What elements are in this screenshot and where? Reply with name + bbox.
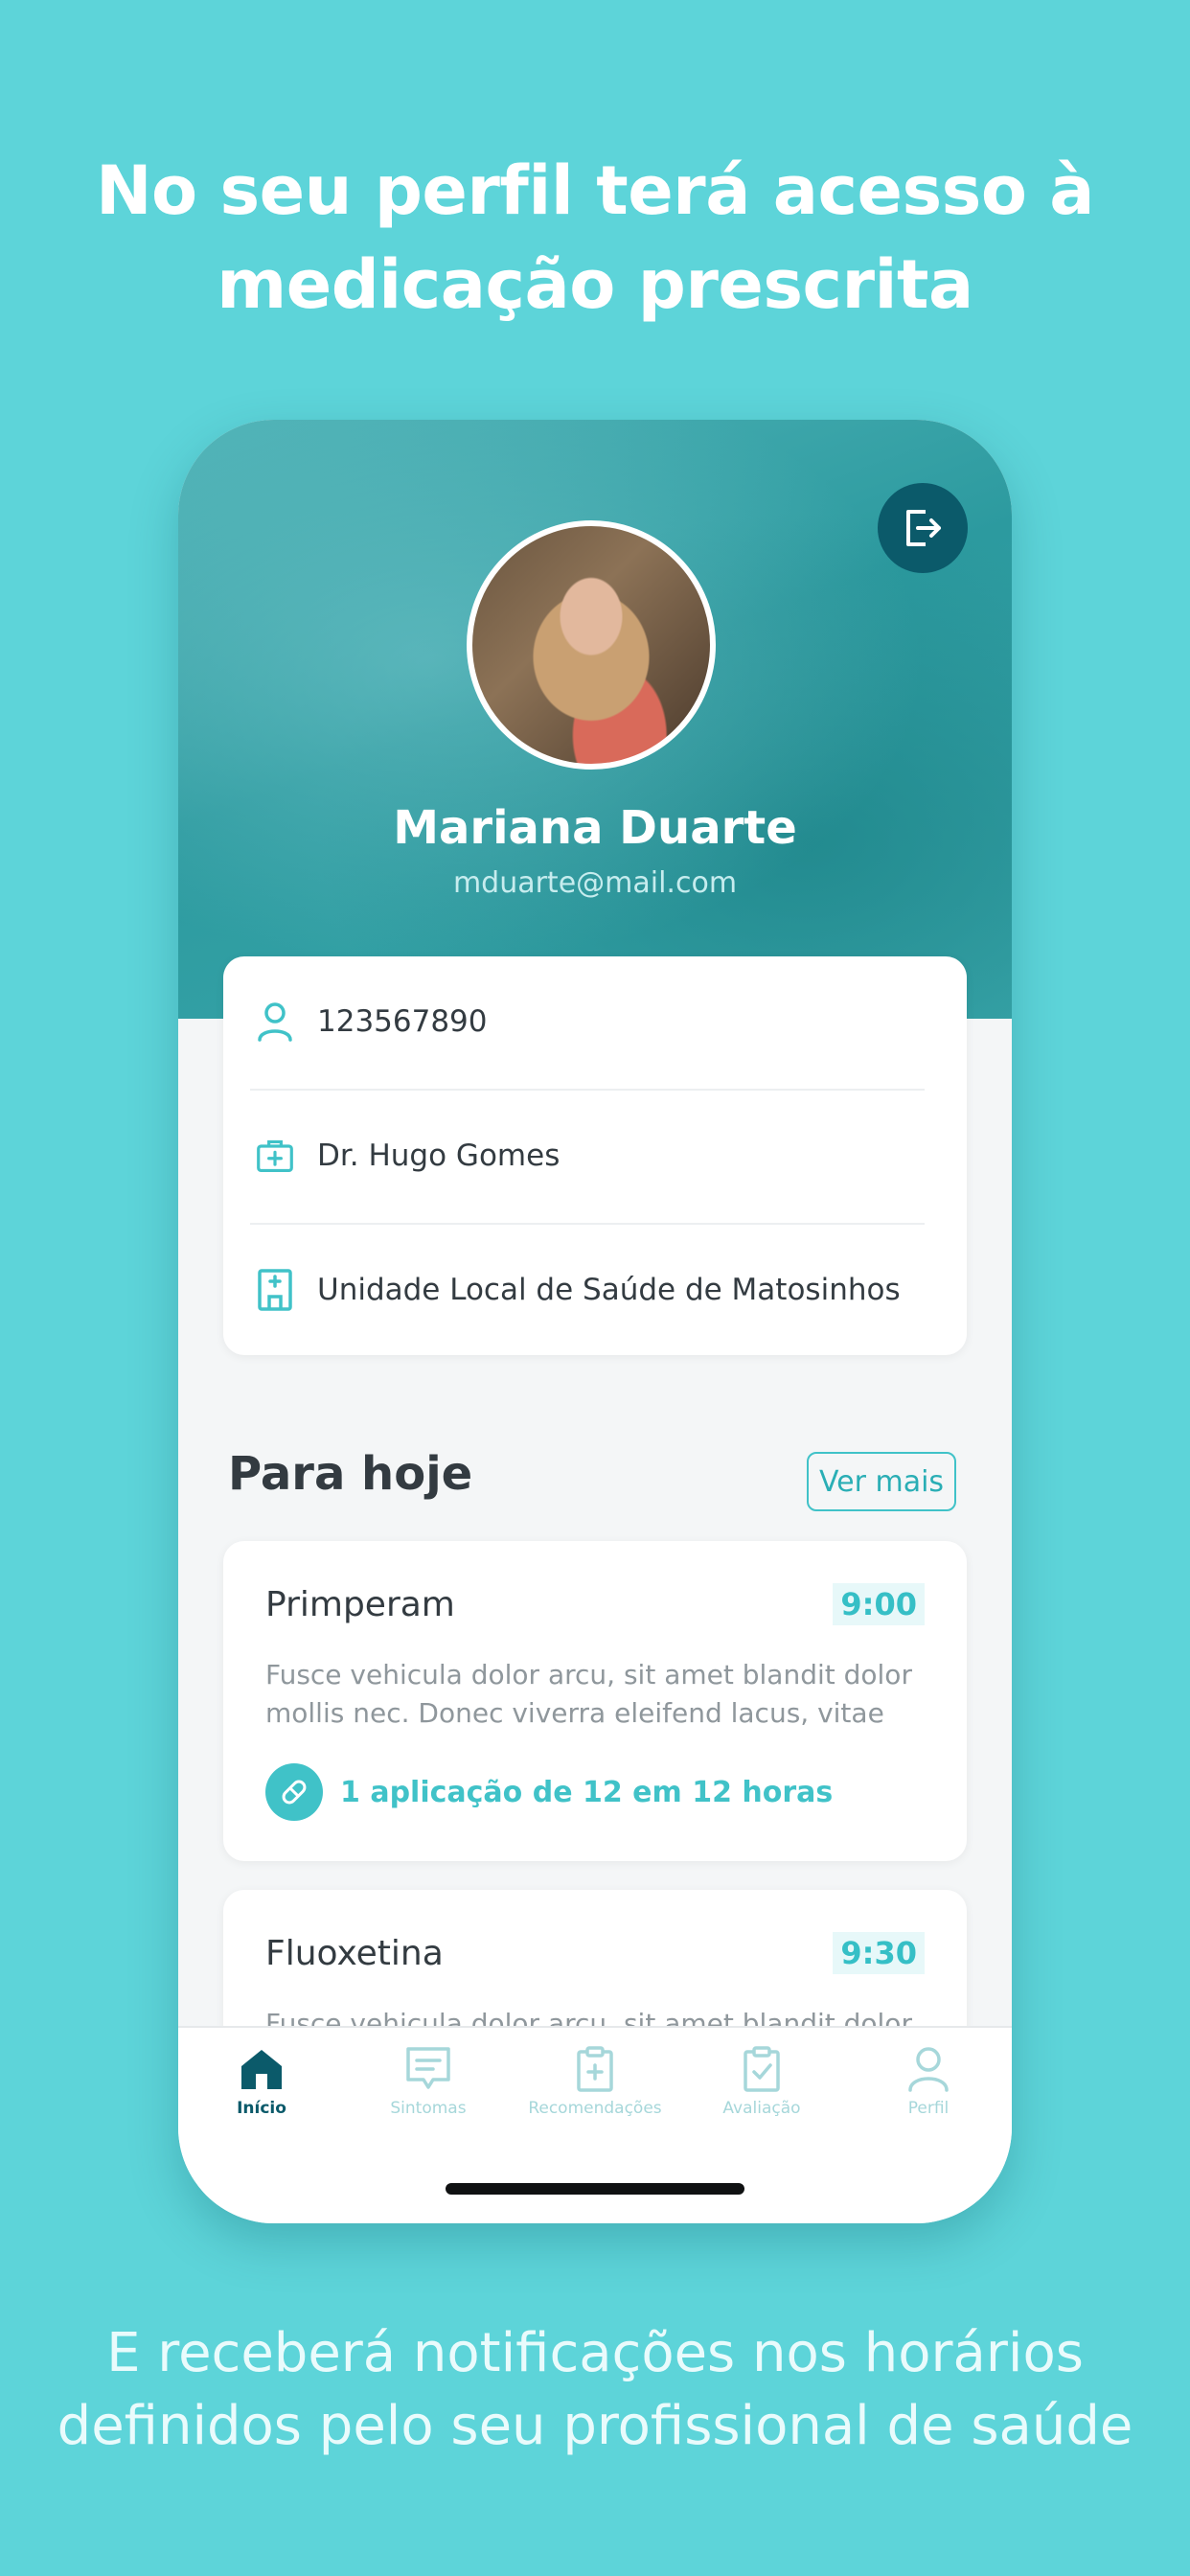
pill-icon [265,1763,323,1821]
headline-line-1: No seu perfil terá acesso à [95,151,1095,230]
see-more-button[interactable]: Ver mais [807,1452,956,1511]
phone-frame: Mariana Duarte mduarte@mail.com 12356789… [178,420,1012,2223]
profile-info-card: 123567890 Dr. Hugo Gomes Unidade Local d… [223,956,967,1355]
medication-card[interactable]: Primperam 9:00 Fusce vehicula dolor arcu… [223,1541,967,1861]
avatar[interactable] [467,520,716,770]
headline: No seu perfil terá acesso à medicação pr… [0,144,1190,332]
home-indicator[interactable] [446,2183,744,2195]
chat-icon [406,2047,450,2089]
description-line: mollis nec. Donec viverra eleifend lacus… [265,1697,884,1729]
logout-button[interactable] [878,483,968,573]
medication-dose: 1 aplicação de 12 em 12 horas [265,1763,833,1821]
tab-sintomas[interactable]: Sintomas [345,2045,512,2141]
patient-number: 123567890 [317,1004,488,1039]
tab-perfil[interactable]: Perfil [845,2045,1012,2141]
tab-recomendacoes[interactable]: Recomendações [512,2045,678,2141]
clipboard-check-icon [744,2046,780,2092]
info-row-unit: Unidade Local de Saúde de Matosinhos [223,1225,967,1355]
description-line: Fusce vehicula dolor arcu, sit amet blan… [265,1659,912,1690]
medication-time: 9:30 [833,1932,925,1974]
health-unit: Unidade Local de Saúde de Matosinhos [317,1273,901,1307]
medication-description: Fusce vehicula dolor arcu, sit amet blan… [265,1656,917,1733]
tab-label: Recomendações [528,2099,662,2118]
medication-name: Fluoxetina [265,1934,444,1973]
doctor-name: Dr. Hugo Gomes [317,1138,561,1173]
medical-bag-icon [256,1135,294,1177]
profile-name: Mariana Duarte [393,801,797,855]
tab-inicio[interactable]: Início [178,2045,345,2141]
medication-name: Primperam [265,1585,455,1624]
headline-line-2: medicação prescrita [217,245,973,324]
tab-label: Avaliação [722,2099,801,2118]
footer-line-2: definidos pelo seu profissional de saúde [57,2395,1133,2457]
dose-text: 1 aplicação de 12 em 12 horas [340,1775,834,1809]
hospital-icon [256,1269,294,1311]
logout-icon [906,510,941,546]
tab-avaliacao[interactable]: Avaliação [678,2045,845,2141]
user-icon [908,2047,949,2092]
info-row-number: 123567890 [223,956,967,1087]
profile-email: mduarte@mail.com [452,866,738,900]
user-icon [256,1000,294,1043]
tab-label: Início [237,2099,286,2118]
medication-time: 9:00 [833,1583,925,1625]
footer-text: E receberá notificações nos horários def… [0,2317,1190,2463]
tab-bar: Início Sintomas Recomendações Avaliação … [178,2026,1012,2223]
footer-line-1: E receberá notificações nos horários [106,2322,1084,2384]
clipboard-plus-icon [577,2046,613,2092]
info-row-doctor: Dr. Hugo Gomes [223,1091,967,1221]
tab-label: Sintomas [390,2099,467,2118]
tab-label: Perfil [907,2099,950,2118]
section-title: Para hoje [228,1447,473,1501]
home-icon [241,2050,282,2089]
